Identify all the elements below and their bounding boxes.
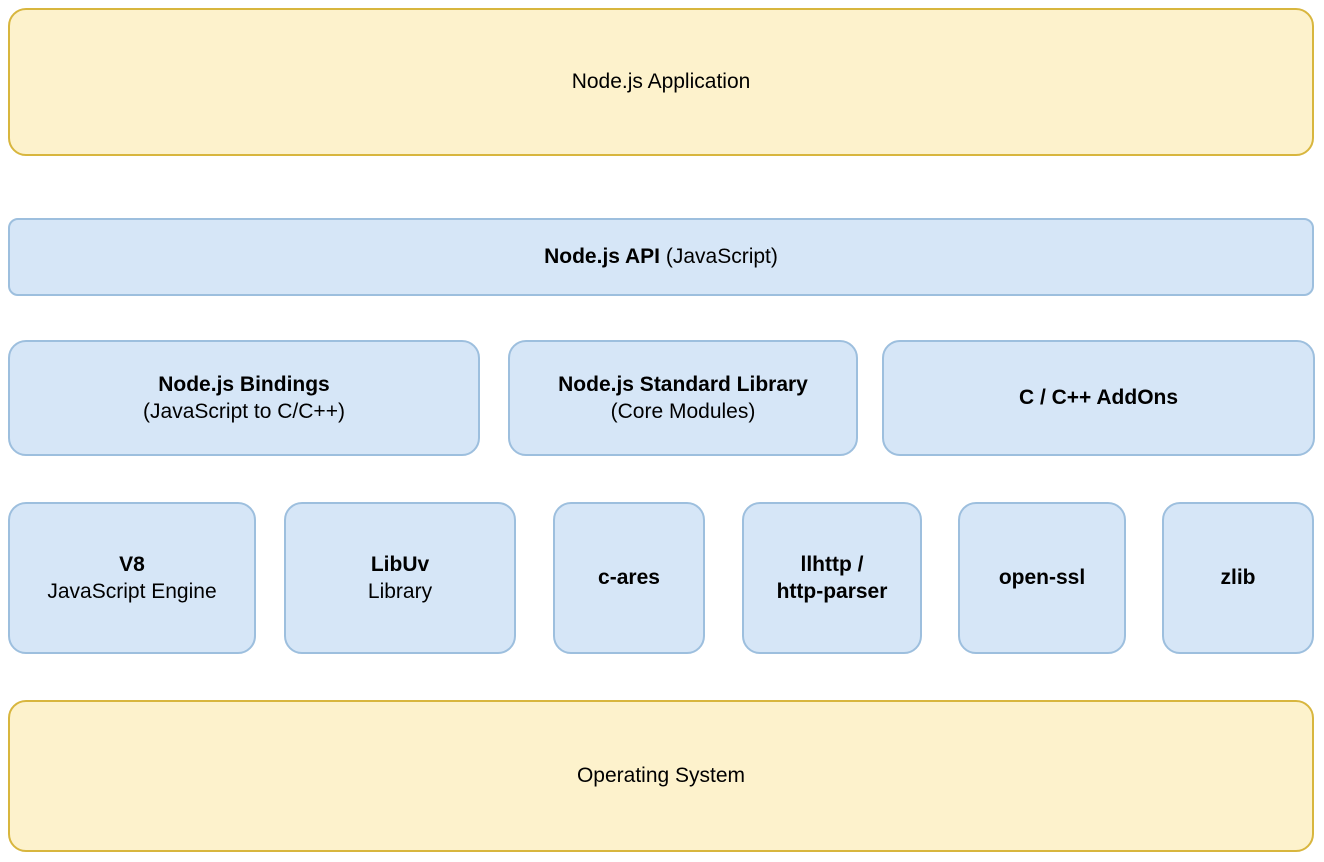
libuv-subtitle: Library bbox=[368, 578, 432, 605]
api-label: Node.js API (JavaScript) bbox=[544, 243, 778, 270]
v8-subtitle: JavaScript Engine bbox=[47, 578, 216, 605]
layer-application: Node.js Application bbox=[8, 8, 1314, 156]
llhttp-line2: http-parser bbox=[777, 578, 888, 605]
libuv-title: LibUv bbox=[371, 551, 429, 578]
bindings-subtitle: (JavaScript to C/C++) bbox=[143, 398, 345, 425]
lib-openssl: open-ssl bbox=[958, 502, 1126, 654]
lib-libuv: LibUv Library bbox=[284, 502, 516, 654]
lib-cares: c-ares bbox=[553, 502, 705, 654]
layer-addons: C / C++ AddOns bbox=[882, 340, 1315, 456]
lib-zlib: zlib bbox=[1162, 502, 1314, 654]
layer-stdlib: Node.js Standard Library (Core Modules) bbox=[508, 340, 858, 456]
stdlib-title: Node.js Standard Library bbox=[558, 371, 808, 398]
layer-api: Node.js API (JavaScript) bbox=[8, 218, 1314, 296]
openssl-title: open-ssl bbox=[999, 564, 1085, 591]
layer-bindings: Node.js Bindings (JavaScript to C/C++) bbox=[8, 340, 480, 456]
bindings-title: Node.js Bindings bbox=[158, 371, 330, 398]
lib-llhttp: llhttp / http-parser bbox=[742, 502, 922, 654]
layer-os: Operating System bbox=[8, 700, 1314, 852]
addons-title: C / C++ AddOns bbox=[1019, 384, 1178, 411]
api-bold: Node.js API bbox=[544, 245, 660, 268]
llhttp-line1: llhttp / bbox=[801, 551, 864, 578]
zlib-title: zlib bbox=[1221, 564, 1256, 591]
application-label: Node.js Application bbox=[572, 68, 751, 95]
os-label: Operating System bbox=[577, 762, 745, 789]
stdlib-subtitle: (Core Modules) bbox=[611, 398, 756, 425]
lib-v8: V8 JavaScript Engine bbox=[8, 502, 256, 654]
architecture-diagram: Node.js Application Node.js API (JavaScr… bbox=[0, 0, 1324, 862]
api-paren: (JavaScript) bbox=[660, 245, 778, 268]
v8-title: V8 bbox=[119, 551, 145, 578]
cares-title: c-ares bbox=[598, 564, 660, 591]
